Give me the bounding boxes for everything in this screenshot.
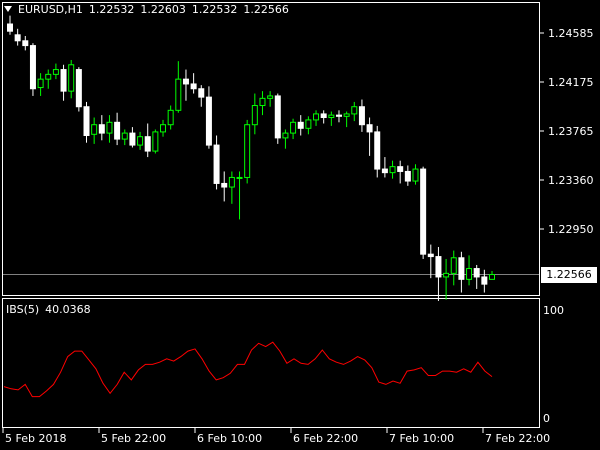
candle-body xyxy=(22,40,29,47)
price-tick-label: 1.23360 xyxy=(548,174,594,187)
low-value: 1.22532 xyxy=(191,3,238,16)
candle-body xyxy=(290,121,297,134)
candle-body xyxy=(412,168,419,182)
candle-body xyxy=(251,105,258,126)
candle-body xyxy=(381,168,388,174)
candle-body xyxy=(466,268,473,280)
candle-body xyxy=(397,166,404,172)
candle-body xyxy=(152,131,159,152)
candle-body xyxy=(404,170,411,182)
candle-body xyxy=(175,78,182,111)
ibs-name: IBS(5) xyxy=(6,303,40,316)
candle-body xyxy=(274,95,281,139)
candle-body xyxy=(60,69,67,92)
candle-body xyxy=(75,69,82,108)
candle-body xyxy=(351,106,358,115)
candle-body xyxy=(228,176,235,188)
candle-body xyxy=(473,268,480,278)
time-tick-label: 5 Feb 22:00 xyxy=(101,432,166,445)
candle-body xyxy=(7,23,13,32)
ibs-tick-label: 0 xyxy=(543,412,550,425)
candle-body xyxy=(297,121,304,129)
symbol-info: EURUSD,H1 1.22532 1.22603 1.22532 1.22566 xyxy=(4,3,289,16)
candle-body xyxy=(144,136,151,152)
candle-body xyxy=(114,121,121,140)
ibs-value: 40.0368 xyxy=(45,303,91,316)
candle-body xyxy=(374,131,381,170)
candle-body xyxy=(267,95,274,99)
time-tick-label: 5 Feb 2018 xyxy=(5,432,66,445)
current-price-tag: 1.22566 xyxy=(541,267,597,283)
candle-body xyxy=(98,124,105,134)
candle-body xyxy=(106,121,113,134)
candle-body xyxy=(259,97,266,107)
dropdown-triangle-icon[interactable] xyxy=(4,6,12,12)
candle-body xyxy=(167,109,174,126)
ibs-info: IBS(5) 40.0368 xyxy=(6,303,91,316)
price-tick-label: 1.24585 xyxy=(548,27,594,40)
candle-body xyxy=(121,132,128,140)
time-tick-label: 6 Feb 22:00 xyxy=(293,432,358,445)
candle-body xyxy=(236,176,243,179)
candle-body xyxy=(198,88,205,98)
candle-body xyxy=(435,256,442,278)
candle-body xyxy=(37,78,44,89)
time-tick-label: 7 Feb 10:00 xyxy=(389,432,454,445)
candle-body xyxy=(182,78,189,85)
candle-body xyxy=(450,257,457,274)
ibs-tick-label: 100 xyxy=(543,304,564,317)
candle-body xyxy=(14,34,21,42)
close-value: 1.22566 xyxy=(243,3,289,16)
candle-body xyxy=(213,144,220,184)
candle-body xyxy=(420,168,427,255)
candle-body xyxy=(137,136,144,146)
candle-body xyxy=(335,114,342,117)
candle-body xyxy=(489,274,495,280)
candle-body xyxy=(45,73,52,80)
candle-body xyxy=(313,113,320,121)
candle-body xyxy=(83,106,90,136)
price-tick-label: 1.24175 xyxy=(548,76,594,89)
candle-body xyxy=(328,114,335,119)
candle-body xyxy=(443,272,450,278)
candle-body xyxy=(358,106,365,126)
time-tick-label: 7 Feb 22:00 xyxy=(485,432,550,445)
price-tick-label: 1.23765 xyxy=(548,125,594,138)
candle-body xyxy=(221,182,228,188)
open-value: 1.22532 xyxy=(88,3,135,16)
candle-body xyxy=(427,253,434,258)
candle-body xyxy=(91,124,98,135)
price-tick-label: 1.22950 xyxy=(548,223,594,236)
candle-body xyxy=(389,166,396,174)
candle-body xyxy=(190,83,197,90)
candle-body xyxy=(305,119,312,129)
candle-body xyxy=(52,69,59,75)
ibs-line xyxy=(3,341,493,398)
candle-body xyxy=(458,257,465,280)
candle-body xyxy=(343,113,350,117)
high-value: 1.22603 xyxy=(140,3,186,16)
candle-body xyxy=(320,113,327,119)
candle-body xyxy=(129,132,136,146)
candle-body xyxy=(205,96,212,146)
chart-canvas[interactable]: 1.24585 1.24175 1.23765 1.23360 1.22950 100 0 5… xyxy=(0,0,600,450)
candle-body xyxy=(160,124,167,133)
symbol-label: EURUSD,H1 xyxy=(18,3,83,16)
candle-body xyxy=(481,276,488,285)
candle-body xyxy=(29,45,36,90)
candle-body xyxy=(282,132,289,139)
candle-body xyxy=(366,124,373,133)
candle-body xyxy=(244,124,251,178)
time-tick-label: 6 Feb 10:00 xyxy=(197,432,262,445)
candle-body xyxy=(68,64,75,92)
